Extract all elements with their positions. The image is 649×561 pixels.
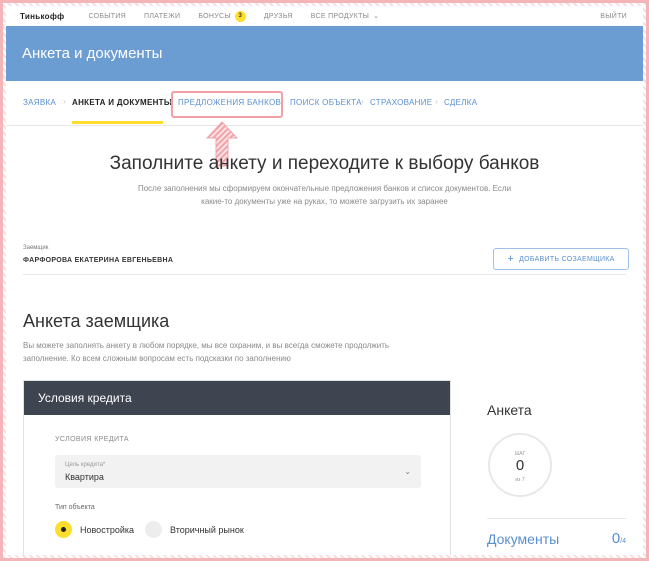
logo[interactable]: Тинькофф bbox=[20, 12, 64, 21]
step-questionnaire[interactable]: Анкета и документы bbox=[72, 98, 172, 107]
documents-count: 0/4 bbox=[612, 530, 626, 547]
nav-payments[interactable]: Платежи bbox=[144, 13, 180, 20]
nav-friends[interactable]: Друзья bbox=[264, 13, 293, 20]
bonus-count-badge: 3 bbox=[234, 10, 246, 22]
documents-link[interactable]: Документы bbox=[487, 531, 559, 547]
radio-unchecked-icon bbox=[145, 521, 162, 538]
credit-purpose-value: Квартира bbox=[65, 472, 104, 482]
top-nav: Тинькофф События Платежи Бонусы 3 Друзья… bbox=[6, 6, 643, 26]
screenshot-frame: Тинькофф События Платежи Бонусы 3 Друзья… bbox=[0, 0, 649, 561]
progress-ring: Шаг 0 из 7 bbox=[488, 433, 552, 497]
nav-bonuses-label: Бонусы bbox=[198, 12, 231, 20]
documents-count-value: 0 bbox=[611, 530, 621, 547]
radio-secondary-market-label: Вторичный рынок bbox=[170, 524, 244, 535]
borrower-name: ФАРФОРОВА ЕКАТЕРИНА ЕВГЕНЬЕВНА bbox=[23, 257, 174, 264]
nav-all-products[interactable]: Все продукты ⌄ bbox=[310, 12, 380, 21]
nav-all-products-label: Все продукты bbox=[310, 12, 370, 20]
step-deal[interactable]: Сделка bbox=[444, 98, 477, 107]
chevron-down-icon: ⌄ bbox=[404, 467, 411, 476]
page-header: Анкета и документы bbox=[6, 26, 643, 81]
steps-nav: Заявка › Анкета и документы › Предложени… bbox=[6, 81, 643, 126]
radio-new-building[interactable]: Новостройка bbox=[55, 521, 134, 538]
credit-purpose-select[interactable]: Цель кредита* Квартира ⌄ bbox=[55, 455, 421, 488]
active-step-underline bbox=[72, 121, 163, 124]
section-label: Условия кредита bbox=[55, 436, 129, 443]
nav-events[interactable]: События bbox=[88, 13, 126, 20]
annotation-highlight-box bbox=[171, 91, 283, 118]
step-application[interactable]: Заявка bbox=[23, 98, 56, 107]
documents-count-total: /4 bbox=[620, 538, 626, 545]
page-title: Анкета и документы bbox=[22, 45, 163, 62]
hero-title: Заполните анкету и переходите к выбору б… bbox=[109, 153, 540, 174]
logout-link[interactable]: Выйти bbox=[600, 13, 627, 20]
credit-conditions-card: Условия кредита Условия кредита Цель кре… bbox=[23, 380, 451, 555]
chevron-right-icon: › bbox=[361, 97, 364, 106]
chevron-down-icon: ⌄ bbox=[373, 13, 380, 20]
card-title: Условия кредита bbox=[24, 381, 450, 415]
step-of: из 7 bbox=[515, 477, 525, 483]
form-subtitle: Вы можете заполнять анкету в любом поряд… bbox=[23, 341, 390, 363]
chevron-right-icon: › bbox=[435, 97, 438, 106]
borrower-label: Заемщик bbox=[23, 245, 49, 251]
object-type-label: Тип объекта bbox=[55, 504, 95, 511]
plus-icon: + bbox=[507, 253, 515, 265]
step-object-search[interactable]: Поиск объекта bbox=[290, 98, 362, 107]
add-coborrower-button[interactable]: + Добавить созаемщика bbox=[493, 248, 629, 270]
step-insurance[interactable]: Страхование bbox=[370, 98, 432, 107]
divider bbox=[23, 274, 626, 275]
page: Тинькофф События Платежи Бонусы 3 Друзья… bbox=[6, 6, 643, 555]
radio-new-building-label: Новостройка bbox=[80, 524, 134, 535]
radio-secondary-market[interactable]: Вторичный рынок bbox=[145, 521, 244, 538]
step-number: 0 bbox=[515, 457, 525, 474]
form-title: Анкета заемщика bbox=[23, 311, 170, 331]
chevron-right-icon: › bbox=[63, 97, 66, 106]
side-title: Анкета bbox=[487, 402, 532, 418]
add-coborrower-label: Добавить созаемщика bbox=[519, 255, 615, 263]
nav-bonuses[interactable]: Бонусы 3 bbox=[198, 10, 246, 22]
hero-subtitle: После заполнения мы сформируем окончател… bbox=[137, 184, 512, 206]
radio-checked-icon bbox=[55, 521, 72, 538]
credit-purpose-label: Цель кредита* bbox=[65, 462, 106, 468]
divider bbox=[487, 518, 626, 519]
